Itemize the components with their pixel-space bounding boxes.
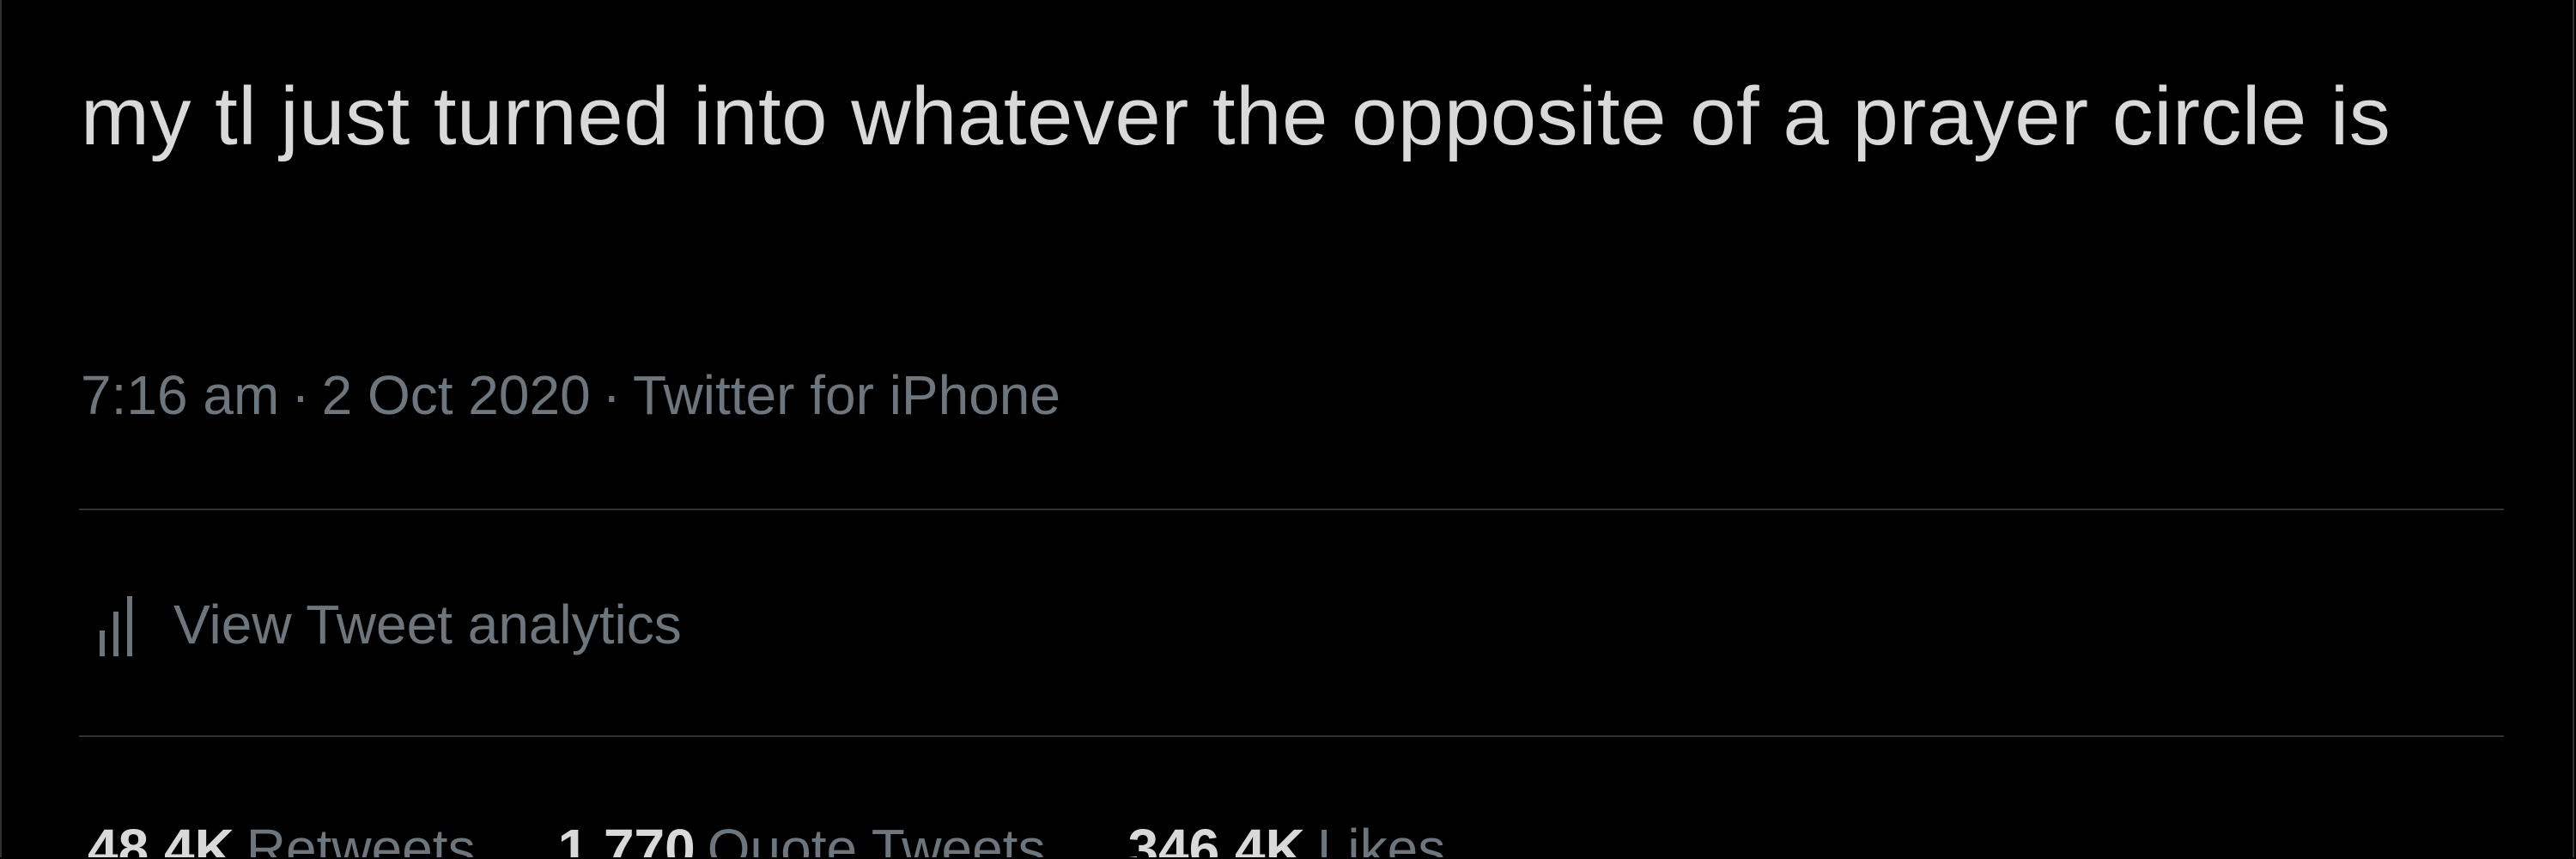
meta-separator: · <box>291 364 310 426</box>
view-analytics-button[interactable]: View Tweet analytics <box>81 586 682 663</box>
tweet-date[interactable]: 2 Oct 2020 <box>322 364 591 426</box>
meta-separator: · <box>602 364 621 426</box>
quote-tweets-label: Quote Tweets <box>707 818 1046 857</box>
tweet-text: my tl just turned into whatever the oppo… <box>81 70 2391 162</box>
divider <box>79 509 2504 510</box>
likes-label: Likes <box>1316 818 1446 857</box>
divider <box>79 735 2504 737</box>
likes-count: 346.4K <box>1127 818 1305 857</box>
tweet-source[interactable]: Twitter for iPhone <box>633 364 1060 426</box>
retweets-stat[interactable]: 48.4K Retweets <box>88 814 476 857</box>
quote-tweets-count: 1,770 <box>557 818 696 857</box>
retweets-label: Retweets <box>246 818 476 857</box>
engagement-stats: 48.4K Retweets 1,770 Quote Tweets 346.4K Li… <box>88 814 1528 857</box>
retweets-count: 48.4K <box>88 818 234 857</box>
tweet-detail: my tl just turned into whatever the oppo… <box>0 0 2574 857</box>
tweet-time[interactable]: 7:16 am <box>81 364 279 426</box>
analytics-label: View Tweet analytics <box>173 594 682 655</box>
quote-tweets-stat[interactable]: 1,770 Quote Tweets <box>558 814 1046 857</box>
likes-stat[interactable]: 346.4K Likes <box>1127 814 1445 857</box>
tweet-meta: 7:16 am · 2 Oct 2020 · Twitter for iPhone <box>81 361 1060 430</box>
bar-chart-icon <box>100 596 132 656</box>
